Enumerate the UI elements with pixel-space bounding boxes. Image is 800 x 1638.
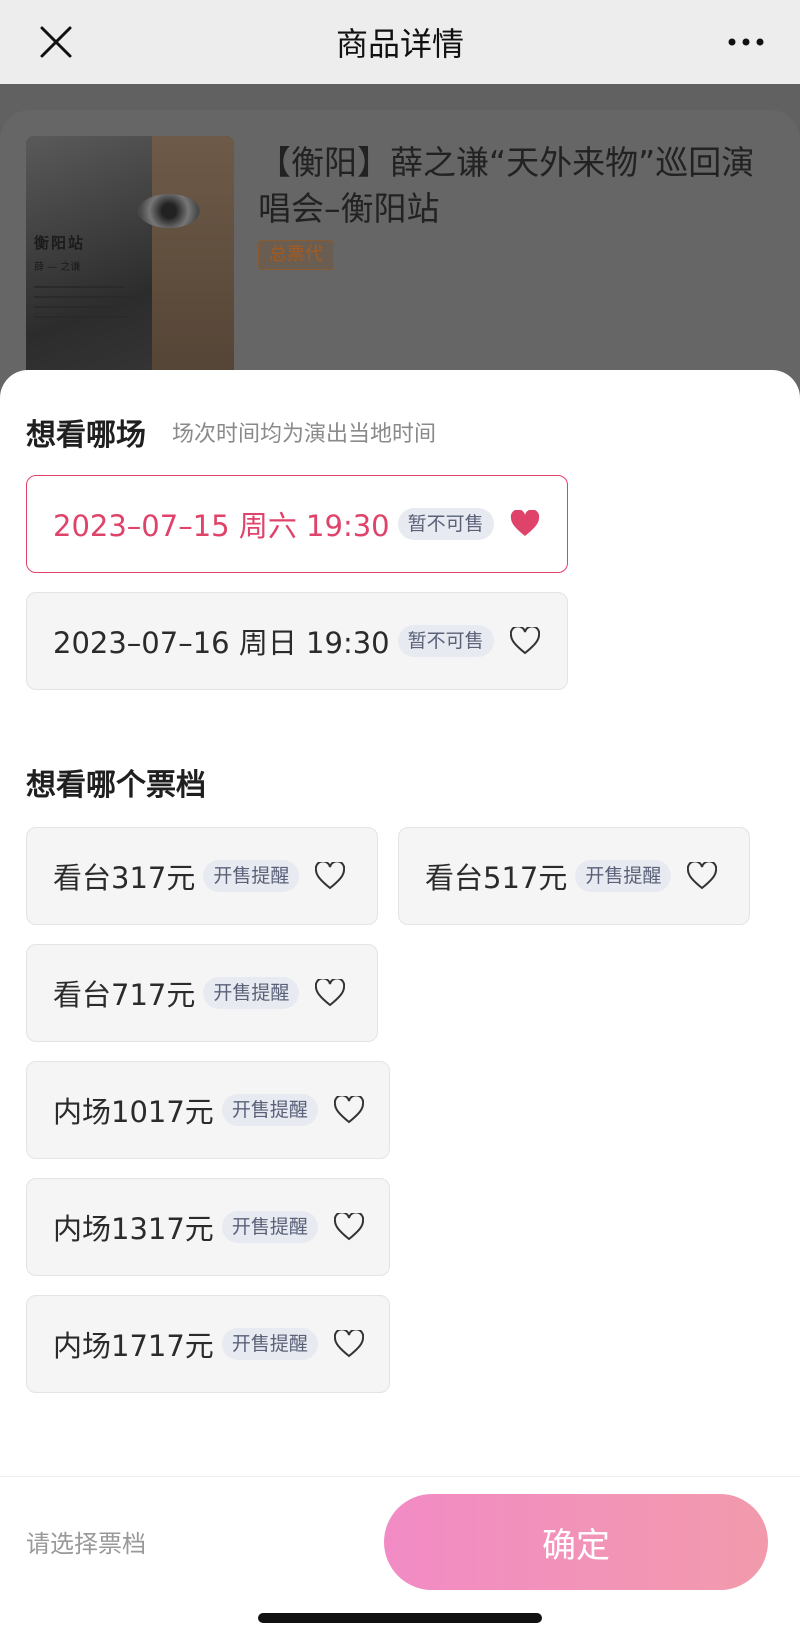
tier-option[interactable]: 内场1317元 开售提醒 [26, 1178, 390, 1276]
poster-text-line [34, 286, 124, 288]
tier-option[interactable]: 看台317元 开售提醒 [26, 827, 378, 925]
footer-hint: 请选择票档 [26, 1530, 146, 1558]
heart-outline-icon[interactable] [315, 979, 346, 1007]
heart-outline-icon[interactable] [687, 862, 718, 890]
poster-eye [138, 194, 200, 228]
tier-option[interactable]: 内场1717元 开售提醒 [26, 1295, 390, 1393]
status-badge: 暂不可售 [397, 625, 494, 657]
sale-reminder-badge: 开售提醒 [221, 1328, 318, 1360]
tier-option[interactable]: 看台517元 开售提醒 [398, 827, 750, 925]
tier-option-label: 内场1317元 [53, 1212, 214, 1246]
poster-text-line [34, 316, 129, 318]
session-option-label: 2023–07–16 周日 19:30 [53, 626, 390, 660]
sale-reminder-badge: 开售提醒 [221, 1211, 318, 1243]
page-title: 商品详情 [335, 25, 464, 63]
tier-option-label: 内场1717元 [53, 1329, 214, 1363]
selection-sheet: 想看哪场 场次时间均为演出当地时间 2023–07–15 周六 19:30 暂不… [0, 370, 800, 1638]
heart-outline-icon[interactable] [315, 862, 346, 890]
session-option[interactable]: 2023–07–15 周六 19:30 暂不可售 [26, 475, 568, 573]
heart-outline-icon[interactable] [333, 1096, 364, 1124]
sale-reminder-badge: 开售提醒 [221, 1094, 318, 1126]
poster-text-line [34, 306, 114, 308]
tier-option-label: 内场1017元 [53, 1095, 214, 1129]
tier-option-label: 看台317元 [53, 861, 196, 895]
more-icon[interactable] [726, 34, 766, 50]
heart-filled-icon[interactable] [510, 510, 540, 538]
sale-reminder-badge: 开售提醒 [203, 977, 300, 1009]
footer-divider [0, 1476, 800, 1477]
session-option[interactable]: 2023–07–16 周日 19:30 暂不可售 [26, 592, 568, 690]
close-icon[interactable] [36, 22, 76, 62]
product-title: 【衡阳】薛之谦“天外来物”巡回演唱会–衡阳站 [258, 143, 755, 228]
tier-option[interactable]: 看台717元 开售提醒 [26, 944, 378, 1042]
tier-section-title: 想看哪个票档 [26, 768, 206, 803]
confirm-button[interactable]: 确定 [384, 1494, 768, 1590]
home-indicator [258, 1613, 542, 1623]
sale-reminder-badge: 开售提醒 [575, 860, 672, 892]
session-section-title: 想看哪场 [26, 418, 146, 453]
tier-option-label: 看台517元 [425, 861, 568, 895]
tier-option[interactable]: 内场1017元 开售提醒 [26, 1061, 390, 1159]
status-badge: 暂不可售 [397, 508, 494, 540]
poster-subtitle: 薛 — 之谦 [34, 262, 81, 273]
product-tag: 总票代 [258, 240, 334, 270]
session-section-subtitle: 场次时间均为演出当地时间 [172, 422, 437, 447]
tier-option-label: 看台717元 [53, 978, 196, 1012]
sale-reminder-badge: 开售提醒 [203, 860, 300, 892]
heart-outline-icon[interactable] [509, 627, 540, 655]
heart-outline-icon[interactable] [333, 1213, 364, 1241]
poster-text-line [34, 296, 134, 298]
poster-title: 衡阳站 [34, 234, 86, 252]
heart-outline-icon[interactable] [333, 1330, 364, 1358]
nav-bar: 商品详情 [0, 0, 800, 84]
session-option-label: 2023–07–15 周六 19:30 [53, 509, 390, 543]
